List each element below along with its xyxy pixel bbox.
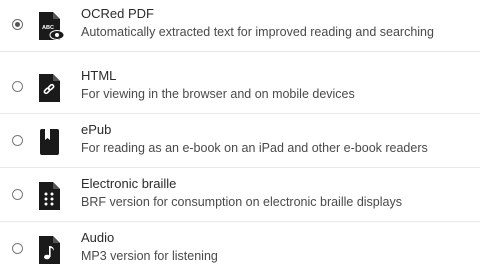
radio-button[interactable] <box>12 135 23 146</box>
link-file-icon <box>38 73 62 103</box>
format-option-epub[interactable]: ePub For reading as an e-book on an iPad… <box>0 116 480 168</box>
book-icon <box>38 127 62 157</box>
pdf-icon-label: ABC <box>42 25 54 31</box>
format-description: For viewing in the browser and on mobile… <box>81 87 355 101</box>
radio-button-selected[interactable] <box>12 19 23 30</box>
format-option-html[interactable]: HTML For viewing in the browser and on m… <box>0 62 480 114</box>
format-description: For reading as an e-book on an iPad and … <box>81 141 428 155</box>
radio-button[interactable] <box>12 81 23 92</box>
format-description: MP3 version for listening <box>81 249 218 263</box>
format-description: BRF version for consumption on electroni… <box>81 195 402 209</box>
radio-button[interactable] <box>12 189 23 200</box>
format-option-electronic-braille[interactable]: Electronic braille BRF version for consu… <box>0 170 480 222</box>
pdf-ocr-icon: ABC <box>38 11 64 41</box>
format-title: OCRed PDF <box>81 6 154 21</box>
music-file-icon <box>38 235 62 265</box>
format-title: Audio <box>81 230 115 245</box>
format-option-audio[interactable]: Audio MP3 version for listening <box>0 224 480 276</box>
format-title: HTML <box>81 68 117 83</box>
braille-file-icon <box>38 181 62 211</box>
format-title: ePub <box>81 122 112 137</box>
format-option-ocred-pdf[interactable]: ABC OCRed PDF Automatically extracted te… <box>0 0 480 52</box>
format-description: Automatically extracted text for improve… <box>81 25 434 39</box>
radio-button[interactable] <box>12 243 23 254</box>
format-title: Electronic braille <box>81 176 177 191</box>
